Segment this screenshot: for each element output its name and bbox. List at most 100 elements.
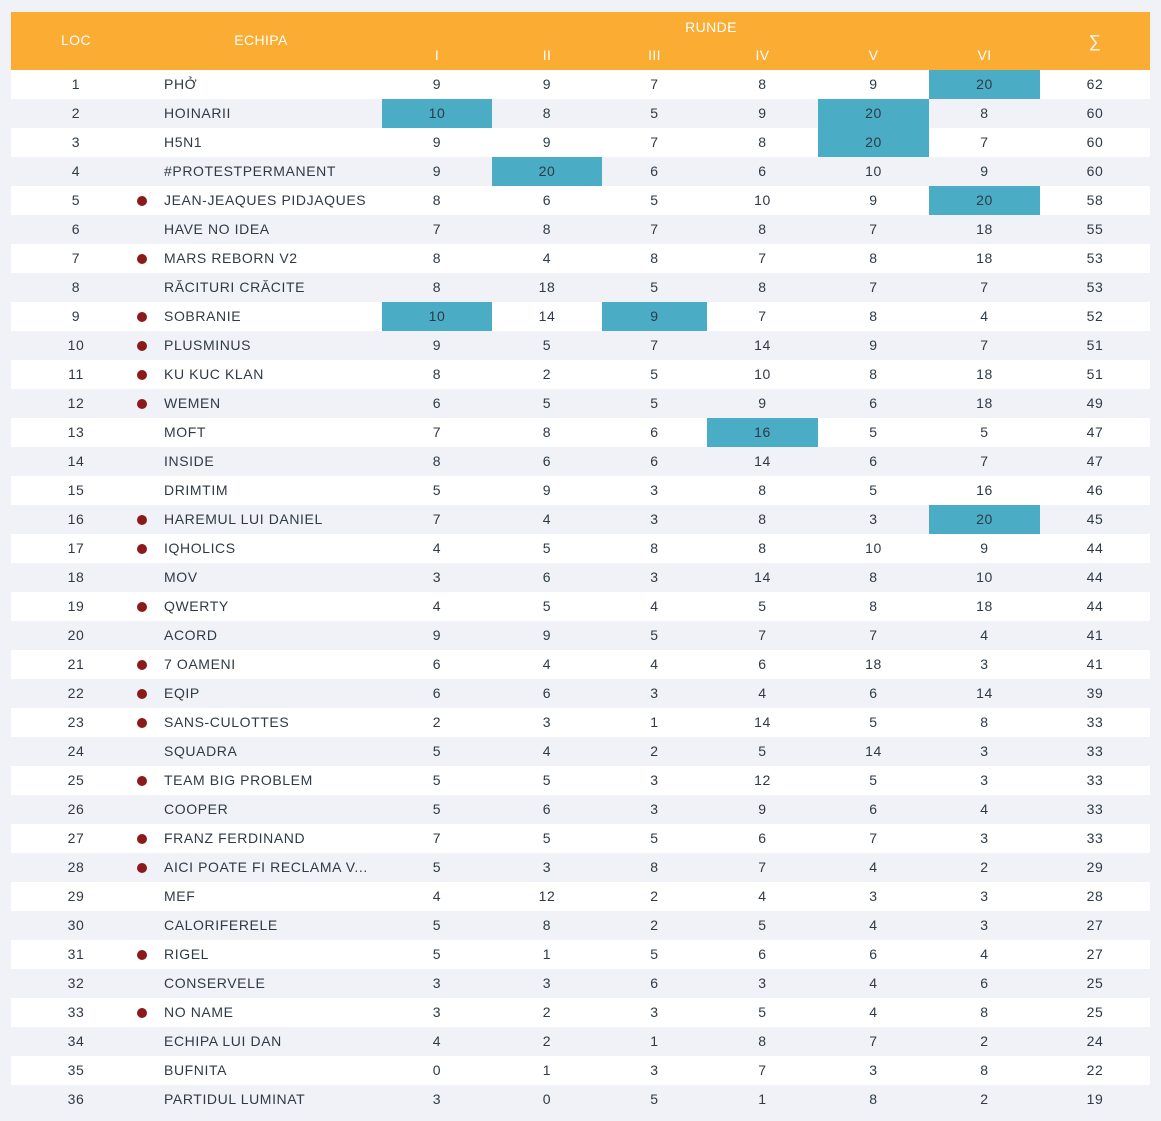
round-2-score-cell: 3 xyxy=(542,714,552,730)
rank-cell: 24 xyxy=(67,743,85,759)
header-round-1: I xyxy=(434,47,440,63)
header-sum: ∑ xyxy=(1088,32,1102,51)
total-score-cell: 45 xyxy=(1086,511,1104,527)
round-4-score-cell: 14 xyxy=(754,453,771,469)
table-row: 23 SANS-CULOTTES 2 3 1 14 5 8 33 xyxy=(11,708,1150,737)
round-2-score-cell: 8 xyxy=(542,424,552,440)
table-row: 26 COOPER 5 6 3 9 6 4 33 xyxy=(11,795,1150,824)
header-loc: LOC xyxy=(61,32,91,48)
table-row: 11 KU KUC KLAN 8 2 5 10 8 18 51 xyxy=(11,360,1150,389)
round-5-score-cell: 6 xyxy=(869,801,878,817)
round-4-score-cell: 9 xyxy=(758,801,767,817)
round-3-score-cell: 6 xyxy=(650,975,659,991)
total-score-cell: 33 xyxy=(1086,830,1104,846)
round-6-score-cell: 20 xyxy=(929,505,1040,534)
round-2-score-cell: 5 xyxy=(542,830,552,846)
total-score-cell: 44 xyxy=(1086,569,1104,585)
header-round-3: III xyxy=(648,47,661,63)
total-score-cell: 46 xyxy=(1086,482,1104,498)
total-score-cell: 27 xyxy=(1086,946,1104,962)
round-3-score-cell: 5 xyxy=(650,192,659,208)
total-score-cell: 41 xyxy=(1086,627,1104,643)
round-1-score-cell: 8 xyxy=(432,279,442,295)
round-6-score-cell: 4 xyxy=(980,801,989,817)
round-4-score-cell: 3 xyxy=(758,975,767,991)
rank-cell: 36 xyxy=(67,1091,85,1107)
table-row: 7 MARS REBORN V2 8 4 8 7 8 18 53 xyxy=(11,244,1150,273)
round-5-score-cell: 8 xyxy=(869,569,878,585)
round-1-score-cell: 9 xyxy=(432,134,442,150)
team-name-cell: BUFNITA xyxy=(164,1062,228,1078)
round-3-score-cell: 3 xyxy=(650,1062,659,1078)
rank-cell: 35 xyxy=(67,1062,85,1078)
round-2-score-cell: 12 xyxy=(538,888,556,904)
round-5-score-cell: 20 xyxy=(818,99,929,128)
round-4-score-cell: 7 xyxy=(758,859,767,875)
table-row: 6 HAVE NO IDEA 7 8 7 8 7 18 55 xyxy=(11,215,1150,244)
team-name-cell: ACORD xyxy=(164,627,218,643)
total-score-cell: 22 xyxy=(1086,1062,1104,1078)
round-5-score-cell: 5 xyxy=(869,424,878,440)
round-6-score-cell: 7 xyxy=(980,279,989,295)
round-3-score-cell: 9 xyxy=(602,302,707,331)
table-row: 15 DRIMTIM 5 9 3 8 5 16 46 xyxy=(11,476,1150,505)
round-6-score-cell: 2 xyxy=(980,859,989,875)
round-3-score-cell: 3 xyxy=(650,772,659,788)
round-6-score-cell: 10 xyxy=(976,569,993,585)
table-row: 20 ACORD 9 9 5 7 7 4 41 xyxy=(11,621,1150,650)
round-3-score-cell: 8 xyxy=(650,859,659,875)
round-5-score-cell: 9 xyxy=(869,192,878,208)
team-name-cell: EQIP xyxy=(164,685,200,701)
round-4-score-cell: 9 xyxy=(758,105,767,121)
team-marker-dot-icon xyxy=(137,660,147,670)
round-6-score-cell: 20 xyxy=(929,70,1040,99)
round-2-score-cell: 8 xyxy=(542,221,552,237)
round-5-score-cell: 7 xyxy=(869,830,878,846)
round-5-score-cell: 10 xyxy=(865,540,882,556)
team-name-cell: FRANZ FERDINAND xyxy=(164,830,306,846)
table-row: 29 MEF 4 12 2 4 3 3 28 xyxy=(11,882,1150,911)
team-name-cell: JEAN-JEAQUES PIDJAQUES xyxy=(164,192,367,208)
round-2-score-cell: 4 xyxy=(542,250,552,266)
round-6-score-cell: 4 xyxy=(980,308,989,324)
team-name-cell: IQHOLICS xyxy=(164,540,236,556)
round-1-score-cell: 8 xyxy=(432,366,442,382)
total-score-cell: 29 xyxy=(1086,859,1104,875)
round-4-score-cell: 12 xyxy=(754,772,771,788)
rank-cell: 16 xyxy=(67,511,85,527)
round-4-score-cell: 10 xyxy=(754,366,771,382)
total-score-cell: 41 xyxy=(1086,656,1104,672)
team-marker-dot-icon xyxy=(137,196,147,206)
round-5-score-cell: 8 xyxy=(869,1091,878,1107)
round-4-score-cell: 8 xyxy=(758,279,767,295)
total-score-cell: 25 xyxy=(1086,975,1104,991)
table-row: 9 SOBRANIE 10 14 9 7 8 4 52 xyxy=(11,302,1150,331)
round-2-score-cell: 6 xyxy=(542,569,552,585)
table-row: 35 BUFNITA 0 1 3 7 3 8 22 xyxy=(11,1056,1150,1085)
round-6-score-cell: 14 xyxy=(976,685,993,701)
round-3-score-cell: 6 xyxy=(650,424,659,440)
rank-cell: 6 xyxy=(71,221,81,237)
round-6-score-cell: 7 xyxy=(980,134,989,150)
round-6-score-cell: 5 xyxy=(980,424,989,440)
total-score-cell: 33 xyxy=(1086,743,1104,759)
rank-cell: 33 xyxy=(67,1004,85,1020)
header-round-5: V xyxy=(868,47,879,63)
rank-cell: 5 xyxy=(71,192,81,208)
round-4-score-cell: 7 xyxy=(758,250,767,266)
round-5-score-cell: 4 xyxy=(869,975,878,991)
round-4-score-cell: 14 xyxy=(754,337,771,353)
round-5-score-cell: 5 xyxy=(869,482,878,498)
table-header: LOC ECHIPA RUNDE I II III IV V VI ∑ xyxy=(11,12,1150,70)
round-1-score-cell: 3 xyxy=(432,975,442,991)
rank-cell: 18 xyxy=(67,569,85,585)
round-3-score-cell: 8 xyxy=(650,250,659,266)
round-1-score-cell: 3 xyxy=(432,569,442,585)
round-1-score-cell: 0 xyxy=(432,1062,442,1078)
rank-cell: 34 xyxy=(67,1033,85,1049)
round-5-score-cell: 8 xyxy=(869,598,878,614)
team-name-cell: COOPER xyxy=(164,801,229,817)
round-1-score-cell: 5 xyxy=(432,482,442,498)
total-score-cell: 53 xyxy=(1086,279,1104,295)
round-1-score-cell: 5 xyxy=(432,917,442,933)
